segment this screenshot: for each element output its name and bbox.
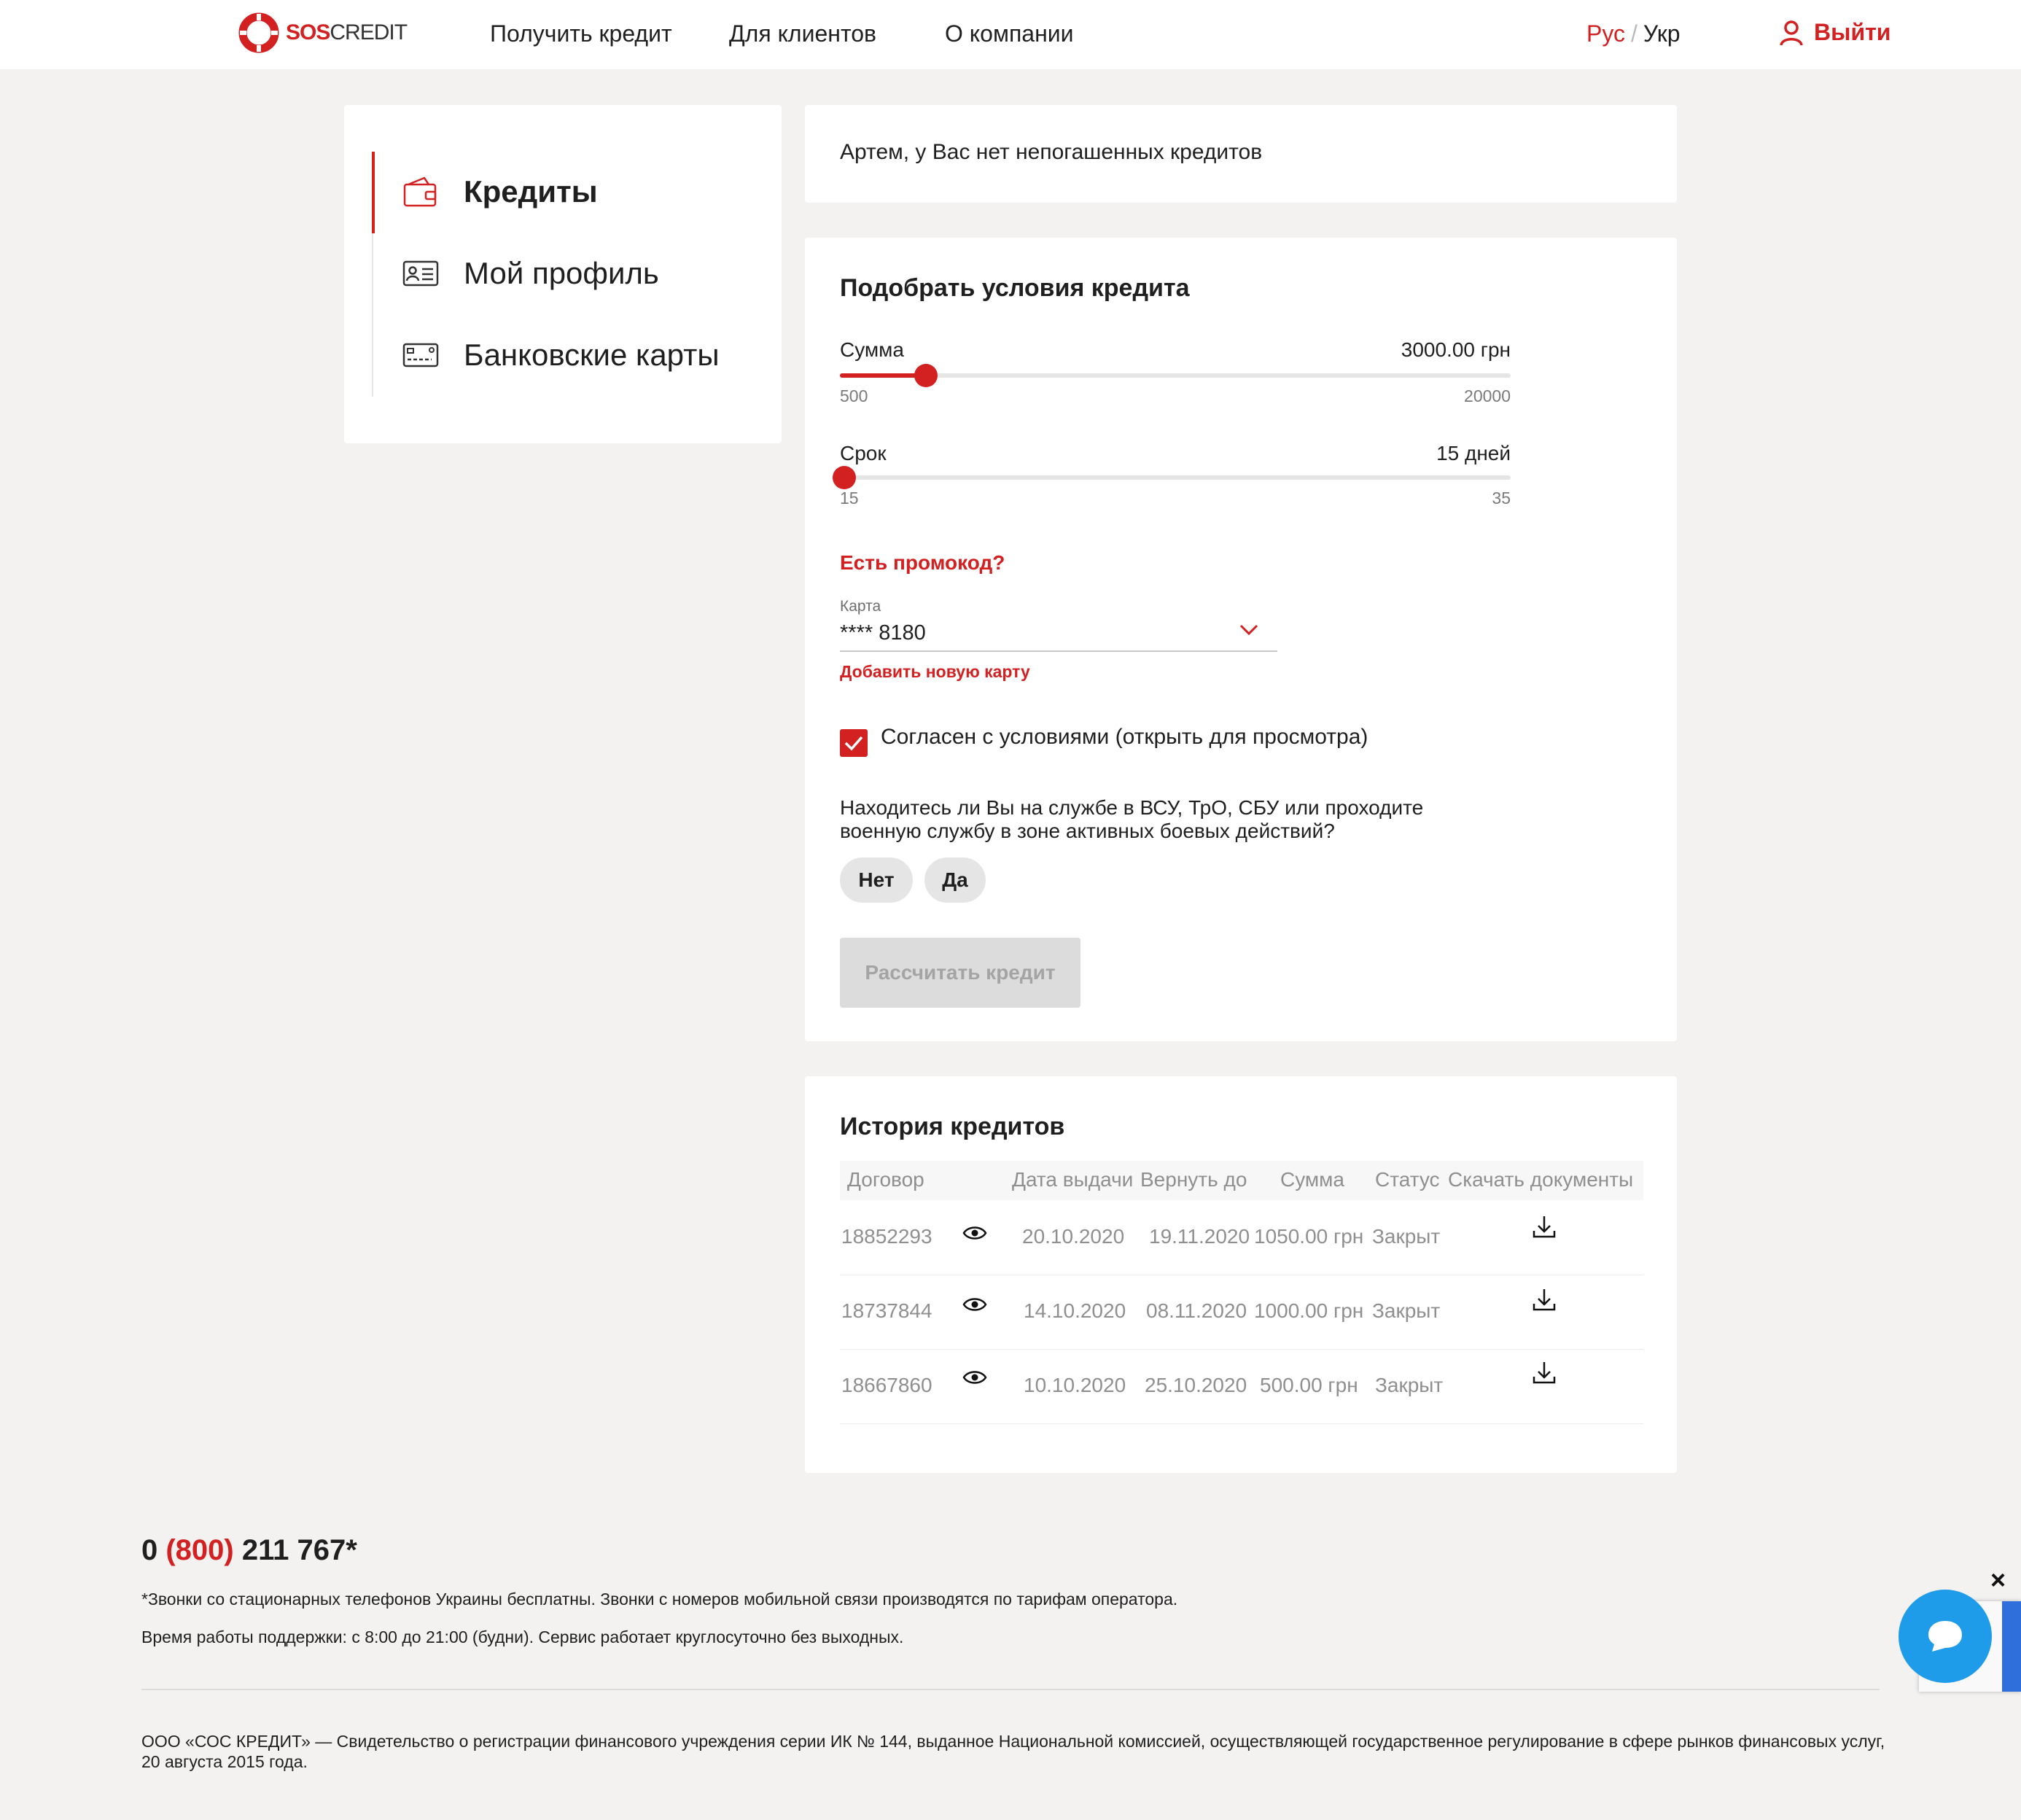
call-note: *Звонки со стационарных телефонов Украин… (141, 1590, 1178, 1609)
user-icon (1780, 20, 1803, 46)
row-issued: 20.10.2020 (1022, 1225, 1125, 1248)
chat-close-icon[interactable]: × (1990, 1565, 2006, 1595)
eye-icon[interactable] (962, 1369, 987, 1385)
sidebar-item-credits[interactable]: Кредиты (402, 174, 598, 210)
table-row: 18667860 10.10.2020 25.10.2020 500.00 гр… (840, 1349, 1643, 1424)
row-contract: 18737844 (841, 1299, 932, 1322)
sidebar-item-bank-cards[interactable]: Банковские карты (402, 337, 720, 373)
amount-label: Сумма (840, 338, 904, 361)
footer-divider (141, 1689, 1880, 1690)
recaptcha-logo (2002, 1601, 2021, 1692)
support-phone[interactable]: 0 (800) 211 767* (141, 1534, 357, 1567)
chat-bubble-icon (1928, 1621, 1962, 1652)
download-icon[interactable] (1531, 1213, 1557, 1240)
lifebuoy-icon (238, 12, 280, 54)
row-issued: 14.10.2020 (1024, 1299, 1126, 1322)
eye-icon[interactable] (962, 1296, 987, 1312)
logo[interactable]: SOSCREDIT (238, 12, 408, 54)
calculate-credit-button[interactable]: Рассчитать кредит (840, 938, 1080, 1008)
col-amount: Сумма (1280, 1168, 1344, 1191)
amount-max: 20000 (1464, 386, 1511, 405)
nav-get-credit[interactable]: Получить кредит (490, 20, 672, 47)
term-slider-handle[interactable] (833, 466, 856, 489)
term-min: 15 (840, 489, 859, 508)
answer-yes-button[interactable]: Да (924, 858, 986, 903)
nav-for-clients[interactable]: Для клиентов (729, 20, 876, 47)
agree-checkbox[interactable] (840, 729, 868, 757)
row-status: Закрыт (1372, 1225, 1441, 1248)
row-due: 08.11.2020 (1146, 1299, 1247, 1322)
row-contract: 18667860 (841, 1374, 932, 1396)
sidebar: Кредиты Мой профиль Банковские карты (344, 105, 782, 443)
row-amount: 1000.00 грн (1254, 1299, 1364, 1322)
term-value: 15 дней (1436, 442, 1511, 464)
credit-calculator: Подобрать условия кредита Сумма 3000.00 … (805, 238, 1677, 1041)
history-title: История кредитов (840, 1113, 1065, 1140)
table-row: 18737844 14.10.2020 08.11.2020 1000.00 г… (840, 1275, 1643, 1350)
chat-widget-button[interactable] (1899, 1590, 1992, 1683)
sidebar-item-label: Банковские карты (464, 338, 720, 372)
row-status: Закрыт (1372, 1299, 1441, 1322)
chevron-down-icon (1239, 624, 1258, 636)
col-download: Скачать документы (1448, 1168, 1634, 1191)
sidebar-item-label: Кредиты (464, 174, 598, 209)
logo-text: SOSCREDIT (286, 20, 408, 44)
logout-label: Выйти (1814, 19, 1891, 45)
top-header: SOSCREDIT Получить кредит Для клиентов О… (0, 0, 2021, 69)
term-max: 35 (1492, 489, 1511, 508)
term-slider[interactable] (833, 466, 1511, 489)
notice-text: Артем, у Вас нет непогашенных кредитов (840, 140, 1263, 164)
id-card-icon (402, 255, 439, 292)
row-issued: 10.10.2020 (1024, 1374, 1126, 1396)
lang-ru[interactable]: Рус (1586, 20, 1625, 47)
calculator-title: Подобрать условия кредита (840, 274, 1190, 302)
col-due: Вернуть до (1140, 1168, 1247, 1191)
card-select[interactable]: Карта **** 8180 (840, 598, 1277, 652)
legal-text: ООО «СОС КРЕДИТ» — Свидетельство о регис… (141, 1732, 1885, 1771)
row-amount: 500.00 грн (1260, 1374, 1358, 1396)
card-select-value: **** 8180 (840, 621, 926, 645)
language-switcher: Рус / Укр (1586, 20, 1681, 47)
credit-history: История кредитов Договор Дата выдачи Вер… (805, 1076, 1677, 1473)
nav-about-company[interactable]: О компании (945, 20, 1073, 47)
sidebar-item-label: Мой профиль (464, 256, 659, 290)
amount-slider-handle[interactable] (914, 364, 938, 387)
row-contract: 18852293 (841, 1225, 932, 1248)
checkmark-icon (844, 736, 863, 751)
amount-value: 3000.00 грн (1401, 338, 1511, 361)
agree-label[interactable]: Согласен с условиями (открыть для просмо… (881, 725, 1368, 750)
download-icon[interactable] (1531, 1286, 1557, 1312)
term-label: Срок (840, 442, 887, 464)
military-question: Находитесь ли Вы на службе в ВСУ, ТрО, С… (840, 796, 1424, 842)
col-status: Статус (1375, 1168, 1440, 1191)
amount-slider[interactable] (840, 364, 1511, 387)
active-credits-notice: Артем, у Вас нет непогашенных кредитов (805, 105, 1677, 203)
bank-card-icon (402, 337, 439, 373)
amount-slider-fill (840, 373, 926, 378)
promo-code-link[interactable]: Есть промокод? (840, 551, 1005, 575)
support-hours: Время работы поддержки: с 8:00 до 21:00 … (141, 1628, 904, 1646)
add-card-link[interactable]: Добавить новую карту (840, 662, 1030, 682)
row-status: Закрыт (1375, 1374, 1444, 1396)
wallet-icon (402, 174, 439, 210)
col-contract: Договор (847, 1168, 924, 1191)
sidebar-item-profile[interactable]: Мой профиль (402, 255, 659, 292)
answer-no-button[interactable]: Нет (840, 858, 913, 903)
row-due: 25.10.2020 (1145, 1374, 1247, 1396)
col-issued: Дата выдачи (1012, 1168, 1134, 1191)
lang-uk[interactable]: Укр (1643, 20, 1681, 47)
card-select-caption: Карта (840, 598, 881, 615)
row-due: 19.11.2020 (1149, 1225, 1250, 1248)
logout-button[interactable]: Выйти (1779, 19, 1890, 46)
sidebar-active-indicator (372, 152, 375, 233)
amount-min: 500 (840, 386, 868, 405)
row-amount: 1050.00 грн (1254, 1225, 1364, 1248)
download-icon[interactable] (1531, 1359, 1557, 1385)
table-row: 18852293 20.10.2020 19.11.2020 1050.00 г… (840, 1200, 1643, 1275)
eye-icon[interactable] (962, 1225, 987, 1241)
